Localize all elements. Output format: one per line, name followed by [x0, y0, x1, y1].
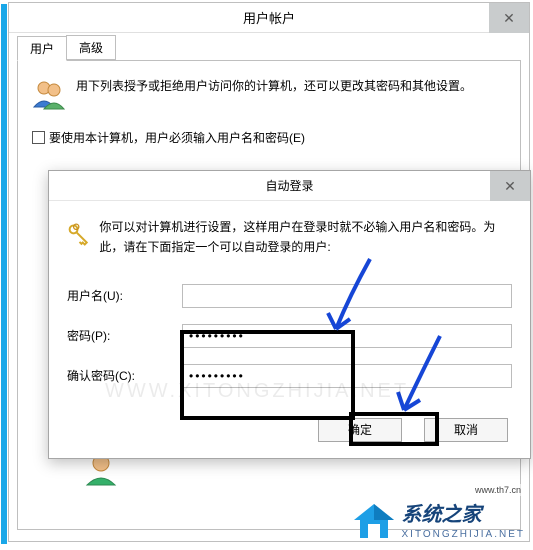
auto-login-dialog: 自动登录 ✕ 你可以对计算机进行设置，这样用户在登录时就不必输入用户名和密码。为… — [48, 170, 531, 459]
password-label: 密码(P): — [67, 327, 182, 344]
confirm-password-input[interactable] — [182, 364, 512, 388]
close-icon: ✕ — [504, 178, 516, 195]
require-password-label: 要使用本计算机，用户必须输入用户名和密码(E) — [49, 129, 305, 146]
user-accounts-title: 用户帐户 — [243, 8, 295, 27]
cancel-button-label: 取消 — [454, 421, 478, 438]
tab-users-label: 用户 — [30, 42, 54, 56]
window-accent-strip — [1, 4, 7, 544]
tab-advanced-label: 高级 — [79, 41, 103, 55]
users-icon — [32, 77, 66, 111]
keys-icon — [67, 217, 89, 251]
tabstrip: 用户 高级 — [17, 37, 521, 60]
username-input[interactable] — [182, 284, 512, 308]
password-input[interactable] — [182, 324, 512, 348]
user-accounts-titlebar: 用户帐户 ✕ — [9, 3, 529, 33]
auto-login-titlebar: 自动登录 ✕ — [49, 171, 530, 201]
auto-login-blurb: 你可以对计算机进行设置，这样用户在登录时就不必输入用户名和密码。为此，请在下面指… — [99, 217, 512, 258]
confirm-password-label: 确认密码(C): — [67, 367, 182, 384]
require-password-checkbox[interactable]: 要使用本计算机，用户必须输入用户名和密码(E) — [32, 129, 506, 146]
user-accounts-close-button[interactable]: ✕ — [489, 3, 529, 33]
cancel-button[interactable]: 取消 — [424, 418, 508, 442]
tab-advanced[interactable]: 高级 — [66, 35, 116, 60]
users-blurb: 用下列表授予或拒绝用户访问你的计算机，还可以更改其密码和其他设置。 — [76, 77, 472, 96]
checkbox-icon — [32, 131, 45, 144]
close-icon: ✕ — [503, 10, 515, 27]
username-label: 用户名(U): — [67, 287, 182, 304]
auto-login-close-button[interactable]: ✕ — [490, 171, 530, 201]
auto-login-title: 自动登录 — [265, 177, 313, 194]
tab-users[interactable]: 用户 — [17, 36, 67, 61]
ok-button-label: 确定 — [348, 421, 372, 438]
ok-button[interactable]: 确定 — [318, 418, 402, 442]
